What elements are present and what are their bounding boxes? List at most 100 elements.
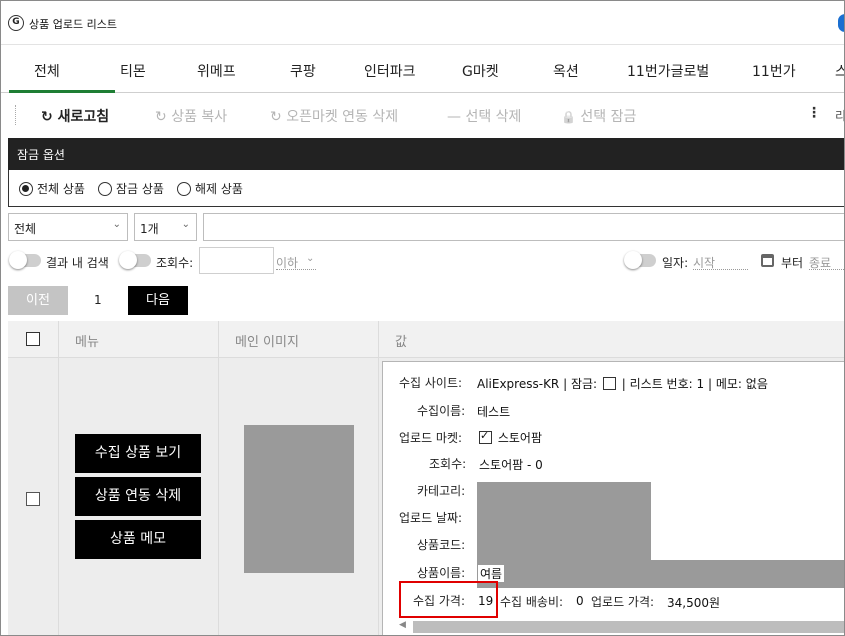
minus-icon: — xyxy=(447,109,461,125)
tab-interpark[interactable]: 인터파크 xyxy=(364,61,416,81)
calendar-icon[interactable] xyxy=(761,254,774,267)
views-toggle[interactable] xyxy=(119,251,151,269)
tab-overflow[interactable]: 스 xyxy=(835,61,844,81)
chevron-down-icon: ⌄ xyxy=(181,219,190,230)
search-in-results-toggle[interactable] xyxy=(9,251,41,269)
price-highlight-box xyxy=(399,581,498,618)
window-control-icon[interactable] xyxy=(838,14,844,32)
date-from-label: 부터 xyxy=(781,256,804,270)
lock-selected-button[interactable]: 🔒 선택 잠금 xyxy=(561,106,636,126)
count-select[interactable]: 1개 ⌄ xyxy=(134,213,197,241)
delete-market-link-button[interactable]: ↻ 오픈마켓 연동 삭제 xyxy=(270,106,398,126)
category-select-value: 전체 xyxy=(14,222,37,236)
toggle-knob xyxy=(9,251,27,269)
redacted-block xyxy=(477,560,844,588)
prev-page-button[interactable]: 이전 xyxy=(8,286,68,315)
product-main-image xyxy=(244,425,354,573)
row-select-cell xyxy=(8,358,59,635)
market-tabs: 전체 티몬 위메프 쿠팡 인터파크 G마켓 옥션 11번가글로벌 11번가 스 xyxy=(1,53,844,93)
collect-name-label: 수집이름: xyxy=(417,404,466,418)
list-no-label: | 리스트 번호: xyxy=(621,377,693,391)
radio-icon xyxy=(177,181,191,196)
tab-coupang[interactable]: 쿠팡 xyxy=(290,61,316,81)
lock-icon: 🔒 xyxy=(561,110,576,124)
memo-value: 없음 xyxy=(745,377,768,391)
select-all-checkbox[interactable] xyxy=(26,332,40,346)
next-page-button[interactable]: 다음 xyxy=(128,286,188,315)
radio-unlocked-products[interactable]: 해제 상품 xyxy=(177,180,243,197)
tab-all[interactable]: 전체 xyxy=(34,61,60,81)
toolbar-overflow-text: 리 xyxy=(835,109,845,123)
collect-shipping-value: 0 xyxy=(576,594,584,608)
upload-price-label: 업로드 가격: xyxy=(591,595,655,609)
unlink-icon: ↻ xyxy=(270,109,282,125)
date-label: 일자: xyxy=(662,256,689,270)
delete-selected-button[interactable]: — 선택 삭제 xyxy=(447,106,521,126)
copy-product-button[interactable]: ↻ 상품 복사 xyxy=(155,106,227,126)
tab-11st[interactable]: 11번가 xyxy=(752,61,796,81)
copy-icon: ↻ xyxy=(155,109,167,125)
lock-options-header: 잠금 옵션 xyxy=(8,138,844,170)
delete-link-label: 오픈마켓 연동 삭제 xyxy=(286,109,399,125)
refresh-icon: ↻ xyxy=(41,109,53,125)
chevron-down-icon: ⌄ xyxy=(306,253,315,264)
window-title: 상품 업로드 리스트 xyxy=(29,18,117,31)
views-detail-value: 스토어팜 - 0 xyxy=(479,458,543,472)
refresh-button[interactable]: ↻ 새로고침 xyxy=(41,106,109,126)
app-logo-icon: G xyxy=(8,15,24,31)
views-detail-label: 조회수: xyxy=(429,457,467,471)
views-condition-underline xyxy=(276,269,316,270)
category-select[interactable]: 전체 ⌄ xyxy=(8,213,128,241)
lock-checkbox[interactable] xyxy=(602,377,616,390)
active-tab-indicator xyxy=(9,90,115,93)
toolbar: ↻ 새로고침 ↻ 상품 복사 ↻ 오픈마켓 연동 삭제 — 선택 삭제 🔒 선택… xyxy=(1,97,845,133)
radio-locked-products[interactable]: 잠금 상품 xyxy=(98,180,164,197)
product-memo-button[interactable]: 상품 메모 xyxy=(75,520,201,559)
collect-site-label: 수집 사이트: xyxy=(399,376,463,390)
app-window: G 상품 업로드 리스트 전체 티몬 위메프 쿠팡 인터파크 G마켓 옥션 11… xyxy=(0,0,845,636)
more-menu-icon[interactable]: ⋮ xyxy=(807,105,821,121)
product-name-value: 여름 xyxy=(478,565,505,582)
market-checkbox[interactable] xyxy=(479,429,492,444)
current-page-number: 1 xyxy=(94,293,102,307)
views-label: 조회수: xyxy=(156,256,194,270)
count-select-value: 1개 xyxy=(140,222,159,236)
redacted-block xyxy=(477,482,651,560)
row-checkbox[interactable] xyxy=(26,492,40,506)
upload-price-value: 34,500원 xyxy=(667,596,721,610)
lock-selected-label: 선택 잠금 xyxy=(580,109,637,125)
refresh-label: 새로고침 xyxy=(57,109,110,125)
search-input[interactable] xyxy=(203,213,844,241)
list-no-value: 1 xyxy=(696,377,705,391)
date-end-underline xyxy=(809,269,844,270)
lock-label: | 잠금: xyxy=(563,377,598,391)
date-toggle[interactable] xyxy=(624,251,656,269)
copy-label: 상품 복사 xyxy=(171,109,228,125)
date-start-underline xyxy=(693,269,748,270)
upload-market-text: 스토어팜 xyxy=(497,431,542,445)
upload-market-label: 업로드 마켓: xyxy=(399,431,463,445)
header-main-image: 메인 이미지 xyxy=(219,321,379,358)
memo-label: | 메모: xyxy=(707,377,742,391)
views-input[interactable] xyxy=(199,247,274,274)
horizontal-scrollbar[interactable] xyxy=(413,621,844,633)
tab-11st-global[interactable]: 11번가글로벌 xyxy=(627,61,709,81)
header-select-cell xyxy=(8,321,59,358)
radio-all-products[interactable]: 전체 상품 xyxy=(19,180,85,197)
tab-wemakeprice[interactable]: 위메프 xyxy=(197,61,236,81)
lock-options-panel: 전체 상품 잠금 상품 해제 상품 xyxy=(8,170,844,207)
collect-site-value: AliExpress-KR | 잠금: | 리스트 번호: 1 | 메모: 없음 xyxy=(477,375,768,392)
radio-label: 해제 상품 xyxy=(195,182,243,196)
header-menu: 메뉴 xyxy=(59,321,219,358)
grid-header: 메뉴 메인 이미지 값 xyxy=(8,321,844,358)
toggle-knob xyxy=(624,251,642,269)
view-collected-product-button[interactable]: 수집 상품 보기 xyxy=(75,434,201,473)
collect-shipping-label: 수집 배송비: xyxy=(500,595,564,609)
delete-product-link-button[interactable]: 상품 연동 삭제 xyxy=(75,477,201,516)
tab-auction[interactable]: 옥션 xyxy=(553,61,579,81)
tab-tmon[interactable]: 티몬 xyxy=(120,61,146,81)
scroll-left-icon[interactable]: ◀ xyxy=(399,620,406,630)
title-bar: G 상품 업로드 리스트 xyxy=(1,1,844,45)
header-value: 값 xyxy=(395,335,407,350)
tab-gmarket[interactable]: G마켓 xyxy=(462,61,499,81)
